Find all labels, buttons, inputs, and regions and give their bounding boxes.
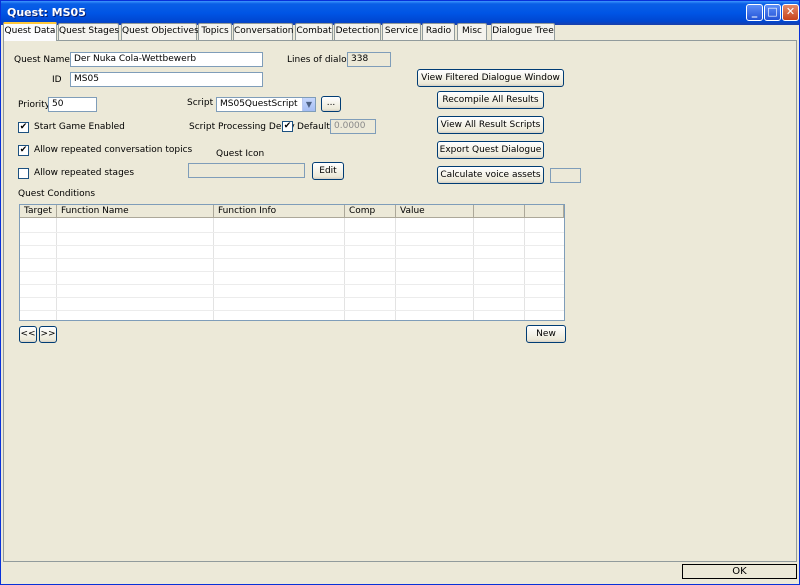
recompile-all-button[interactable]: Recompile All Results <box>437 91 544 109</box>
allow-repeated-topics-label: Allow repeated conversation topics <box>34 145 193 155</box>
column-divider <box>395 218 396 320</box>
new-condition-button[interactable]: New <box>526 325 566 343</box>
row-divider <box>20 284 564 285</box>
check-icon: ✔ <box>19 122 28 132</box>
view-all-result-scripts-button[interactable]: View All Result Scripts <box>437 116 544 134</box>
export-quest-dialogue-button[interactable]: Export Quest Dialogue <box>437 141 544 159</box>
tab-misc[interactable]: Misc <box>457 23 487 40</box>
script-select-value: MS05QuestScript <box>220 99 298 109</box>
tab-quest-data[interactable]: Quest Data <box>3 22 57 41</box>
quest-icon-field <box>188 163 305 178</box>
lines-of-dialog-label: Lines of dialog: <box>287 55 356 65</box>
row-divider <box>20 271 564 272</box>
title-bar[interactable]: Quest: MS05 _ □ ✕ <box>1 1 799 25</box>
check-icon: ✔ <box>283 121 292 131</box>
column-extra-1[interactable] <box>474 205 525 218</box>
column-target[interactable]: Target <box>20 205 57 218</box>
tab-radio[interactable]: Radio <box>422 23 455 40</box>
start-game-enabled-label: Start Game Enabled <box>34 122 125 132</box>
row-divider <box>20 258 564 259</box>
script-select[interactable]: MS05QuestScript ▼ <box>216 97 316 112</box>
lines-of-dialog-value: 338 <box>347 52 391 67</box>
row-divider <box>20 232 564 233</box>
tab-service[interactable]: Service <box>382 23 421 40</box>
next-condition-button[interactable]: >> <box>39 326 57 343</box>
tab-quest-objectives[interactable]: Quest Objectives <box>121 23 199 40</box>
allow-repeated-stages-label: Allow repeated stages <box>34 168 135 178</box>
column-divider <box>56 218 57 320</box>
id-label: ID <box>52 75 62 85</box>
tab-quest-stages[interactable]: Quest Stages <box>58 23 119 40</box>
tab-combat[interactable]: Combat <box>295 23 333 40</box>
voice-assets-value <box>550 168 581 183</box>
window-title: Quest: MS05 <box>7 6 86 19</box>
row-divider <box>20 297 564 298</box>
default-checkbox[interactable]: ✔ <box>282 121 293 132</box>
default-label: Default <box>297 122 330 132</box>
quest-window: Quest: MS05 _ □ ✕ Quest Data Quest Stage… <box>0 0 800 585</box>
minimize-button[interactable]: _ <box>746 4 763 21</box>
column-divider <box>344 218 345 320</box>
column-function-name[interactable]: Function Name <box>57 205 214 218</box>
start-game-enabled-checkbox[interactable]: ✔ <box>18 122 29 133</box>
check-icon: ✔ <box>19 145 28 155</box>
script-browse-button[interactable]: ... <box>321 96 341 112</box>
allow-repeated-topics-checkbox[interactable]: ✔ <box>18 145 29 156</box>
column-comp[interactable]: Comp <box>345 205 396 218</box>
prev-condition-button[interactable]: << <box>19 326 37 343</box>
edit-icon-button[interactable]: Edit <box>312 162 344 180</box>
column-divider <box>473 218 474 320</box>
quest-name-field[interactable]: Der Nuka Cola-Wettbewerb <box>70 52 263 67</box>
ok-button[interactable]: OK <box>682 564 797 579</box>
delay-field: 0.0000 <box>330 119 376 134</box>
footer-bar: OK <box>1 562 799 584</box>
chevron-down-icon[interactable]: ▼ <box>302 98 315 111</box>
quest-data-panel: Quest Name Der Nuka Cola-Wettbewerb Line… <box>3 40 797 562</box>
maximize-button[interactable]: □ <box>764 4 781 21</box>
row-divider <box>20 310 564 311</box>
column-value[interactable]: Value <box>396 205 474 218</box>
quest-name-label: Quest Name <box>14 55 70 65</box>
column-extra-2[interactable] <box>525 205 564 218</box>
column-divider <box>524 218 525 320</box>
column-function-info[interactable]: Function Info <box>214 205 345 218</box>
quest-conditions-label: Quest Conditions <box>18 189 96 199</box>
id-field[interactable]: MS05 <box>70 72 263 87</box>
row-divider <box>20 245 564 246</box>
quest-conditions-table[interactable]: Target Function Name Function Info Comp … <box>19 204 565 321</box>
tab-topics[interactable]: Topics <box>198 23 232 40</box>
script-label: Script <box>187 98 214 108</box>
tab-conversation[interactable]: Conversation <box>233 23 294 40</box>
allow-repeated-stages-checkbox[interactable] <box>18 168 29 179</box>
priority-field[interactable]: 50 <box>48 97 97 112</box>
table-header: Target Function Name Function Info Comp … <box>20 205 564 218</box>
tab-detection[interactable]: Detection <box>334 23 381 40</box>
calculate-voice-assets-button[interactable]: Calculate voice assets <box>437 166 544 184</box>
tab-dialogue-tree[interactable]: Dialogue Tree <box>491 23 555 40</box>
quest-icon-label: Quest Icon <box>216 149 265 159</box>
column-divider <box>213 218 214 320</box>
close-button[interactable]: ✕ <box>782 4 799 21</box>
view-filtered-dialogue-button[interactable]: View Filtered Dialogue Window <box>417 69 564 87</box>
priority-label: Priority <box>18 100 51 110</box>
script-processing-delay-label: Script Processing Delay <box>189 122 295 132</box>
